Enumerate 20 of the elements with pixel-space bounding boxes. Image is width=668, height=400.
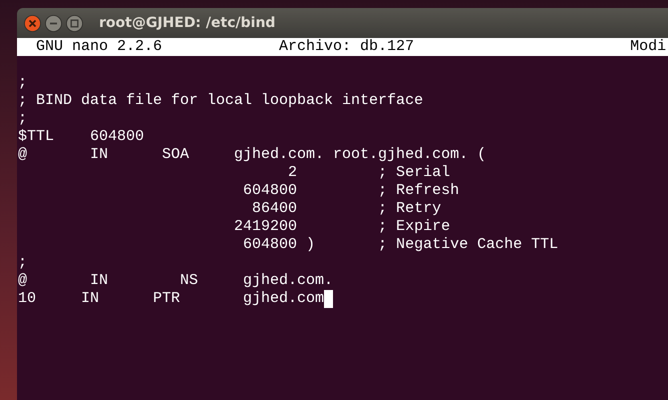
code-line: ;	[18, 110, 28, 128]
file-name: Archivo: db.127	[279, 38, 414, 56]
close-icon[interactable]	[24, 14, 41, 32]
code-line: $TTL 604800	[18, 128, 144, 146]
code-line: ;	[18, 254, 28, 272]
code-line: @ IN NS gjhed.com.	[18, 272, 334, 290]
nano-version: GNU nano 2.2.6	[36, 38, 162, 56]
maximize-icon[interactable]	[66, 14, 83, 32]
modified-status: Modi	[630, 38, 666, 56]
code-line: 2419200 ; Expire	[233, 218, 450, 236]
minimize-icon[interactable]	[45, 14, 62, 32]
window-title: root@GJHED: /etc/bind	[99, 15, 276, 31]
code-line: 10 IN PTR gjhed.com	[18, 290, 324, 308]
code-line: ; BIND data file for local loopback interface	[18, 92, 424, 110]
code-line: 604800 ) ; Negative Cache TTL	[242, 236, 558, 254]
code-line: 604800 ; Refresh	[242, 182, 460, 200]
code-line: 2 ; Serial	[287, 164, 450, 182]
code-line: @ IN SOA gjhed.com. root.gjhed.com. (	[18, 146, 486, 164]
code-line: 86400 ; Retry	[251, 200, 442, 218]
code-line: ;	[18, 74, 28, 92]
